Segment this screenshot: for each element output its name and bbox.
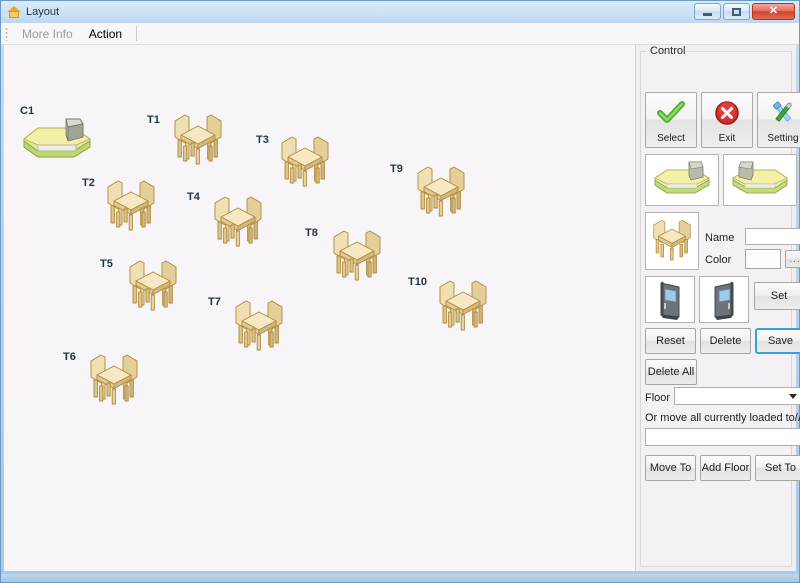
select-button[interactable]: Select xyxy=(645,92,697,148)
set-to-button[interactable]: Set To xyxy=(755,455,800,481)
furniture-label-t10: T10 xyxy=(408,276,427,288)
color-label: Color xyxy=(705,254,732,266)
color-swatch[interactable] xyxy=(745,249,781,269)
furniture-t10[interactable] xyxy=(432,273,494,346)
furniture-label-t9: T9 xyxy=(390,163,403,175)
delete-all-button[interactable]: Delete All xyxy=(645,359,697,385)
floor-dropdown[interactable] xyxy=(674,387,800,405)
close-button[interactable]: ✕ xyxy=(752,3,795,20)
floor-label: Floor xyxy=(645,392,671,404)
furniture-label-t8: T8 xyxy=(305,227,318,239)
furniture-label-t5: T5 xyxy=(100,258,113,270)
move-hint-label: Or move all currently loaded to/Add floo… xyxy=(645,412,800,424)
maximize-icon xyxy=(732,7,741,16)
furniture-label-c1: C1 xyxy=(20,105,35,117)
cancel-icon xyxy=(702,93,752,133)
counter-left-thumbnail[interactable] xyxy=(645,154,719,206)
furniture-t5[interactable] xyxy=(122,253,184,326)
tab-strip: More Info Action xyxy=(1,23,799,45)
window-buttons: ✕ xyxy=(694,3,795,20)
maximize-button[interactable] xyxy=(723,3,750,20)
color-browse-button[interactable]: ... xyxy=(785,250,800,268)
select-button-label: Select xyxy=(657,133,685,144)
control-pane: Control Select Exit Setting Name Color .… xyxy=(636,45,800,571)
furniture-label-t4: T4 xyxy=(187,191,200,203)
save-button[interactable]: Save xyxy=(755,328,800,354)
tab-action[interactable]: Action xyxy=(81,25,130,43)
tab-more-info[interactable]: More Info xyxy=(14,25,81,43)
house-icon xyxy=(7,5,21,19)
move-floor-input[interactable] xyxy=(645,428,800,446)
exit-button[interactable]: Exit xyxy=(701,92,753,148)
setting-button-label: Setting xyxy=(767,133,799,144)
furniture-label-t6: T6 xyxy=(63,351,76,363)
reset-button[interactable]: Reset xyxy=(645,328,696,354)
furniture-t9[interactable] xyxy=(410,159,472,232)
name-label: Name xyxy=(705,232,735,244)
table-thumbnail[interactable] xyxy=(645,212,699,270)
close-icon: ✕ xyxy=(768,5,779,17)
move-to-button[interactable]: Move To xyxy=(645,455,696,481)
furniture-t2[interactable] xyxy=(100,173,162,246)
door-left-thumbnail[interactable] xyxy=(645,276,695,323)
tab-separator xyxy=(136,26,138,41)
furniture-label-t7: T7 xyxy=(208,296,221,308)
add-floor-button[interactable]: Add Floor xyxy=(700,455,751,481)
door-right-thumbnail[interactable] xyxy=(699,276,749,323)
check-icon xyxy=(646,93,696,133)
furniture-t3[interactable] xyxy=(274,129,336,202)
title-bar: Layout ✕ xyxy=(1,1,799,23)
layout-canvas[interactable]: C1 T1 T2 T3 T4 T5 T6 T7 T8 T9 T10 xyxy=(4,45,636,571)
layout-window: Layout ✕ More Info Action C1 T1 T2 T3 T4… xyxy=(0,0,800,583)
furniture-t1[interactable] xyxy=(167,107,229,180)
setting-button[interactable]: Setting xyxy=(757,92,800,148)
furniture-c1[interactable] xyxy=(20,117,96,168)
furniture-label-t3: T3 xyxy=(256,134,269,146)
chevron-down-icon xyxy=(789,393,797,399)
status-bar xyxy=(1,574,799,582)
control-groupbox: Control Select Exit Setting Name Color .… xyxy=(640,45,800,567)
window-title: Layout xyxy=(26,6,60,18)
furniture-t4[interactable] xyxy=(207,189,269,262)
name-input[interactable] xyxy=(745,228,800,245)
set-button[interactable]: Set xyxy=(754,282,800,310)
minimize-button[interactable] xyxy=(694,3,721,20)
furniture-t7[interactable] xyxy=(228,293,290,366)
furniture-t6[interactable] xyxy=(83,347,145,420)
toolbar-grip[interactable] xyxy=(5,26,8,41)
exit-button-label: Exit xyxy=(718,133,736,144)
body-split: C1 T1 T2 T3 T4 T5 T6 T7 T8 T9 T10 Contro… xyxy=(1,45,800,574)
delete-button[interactable]: Delete xyxy=(700,328,751,354)
furniture-label-t1: T1 xyxy=(147,114,160,126)
counter-right-thumbnail[interactable] xyxy=(723,154,797,206)
control-group-title: Control xyxy=(647,45,689,57)
furniture-label-t2: T2 xyxy=(82,177,95,189)
minimize-icon xyxy=(703,13,712,16)
furniture-t8[interactable] xyxy=(326,223,388,296)
tools-icon xyxy=(758,93,800,133)
